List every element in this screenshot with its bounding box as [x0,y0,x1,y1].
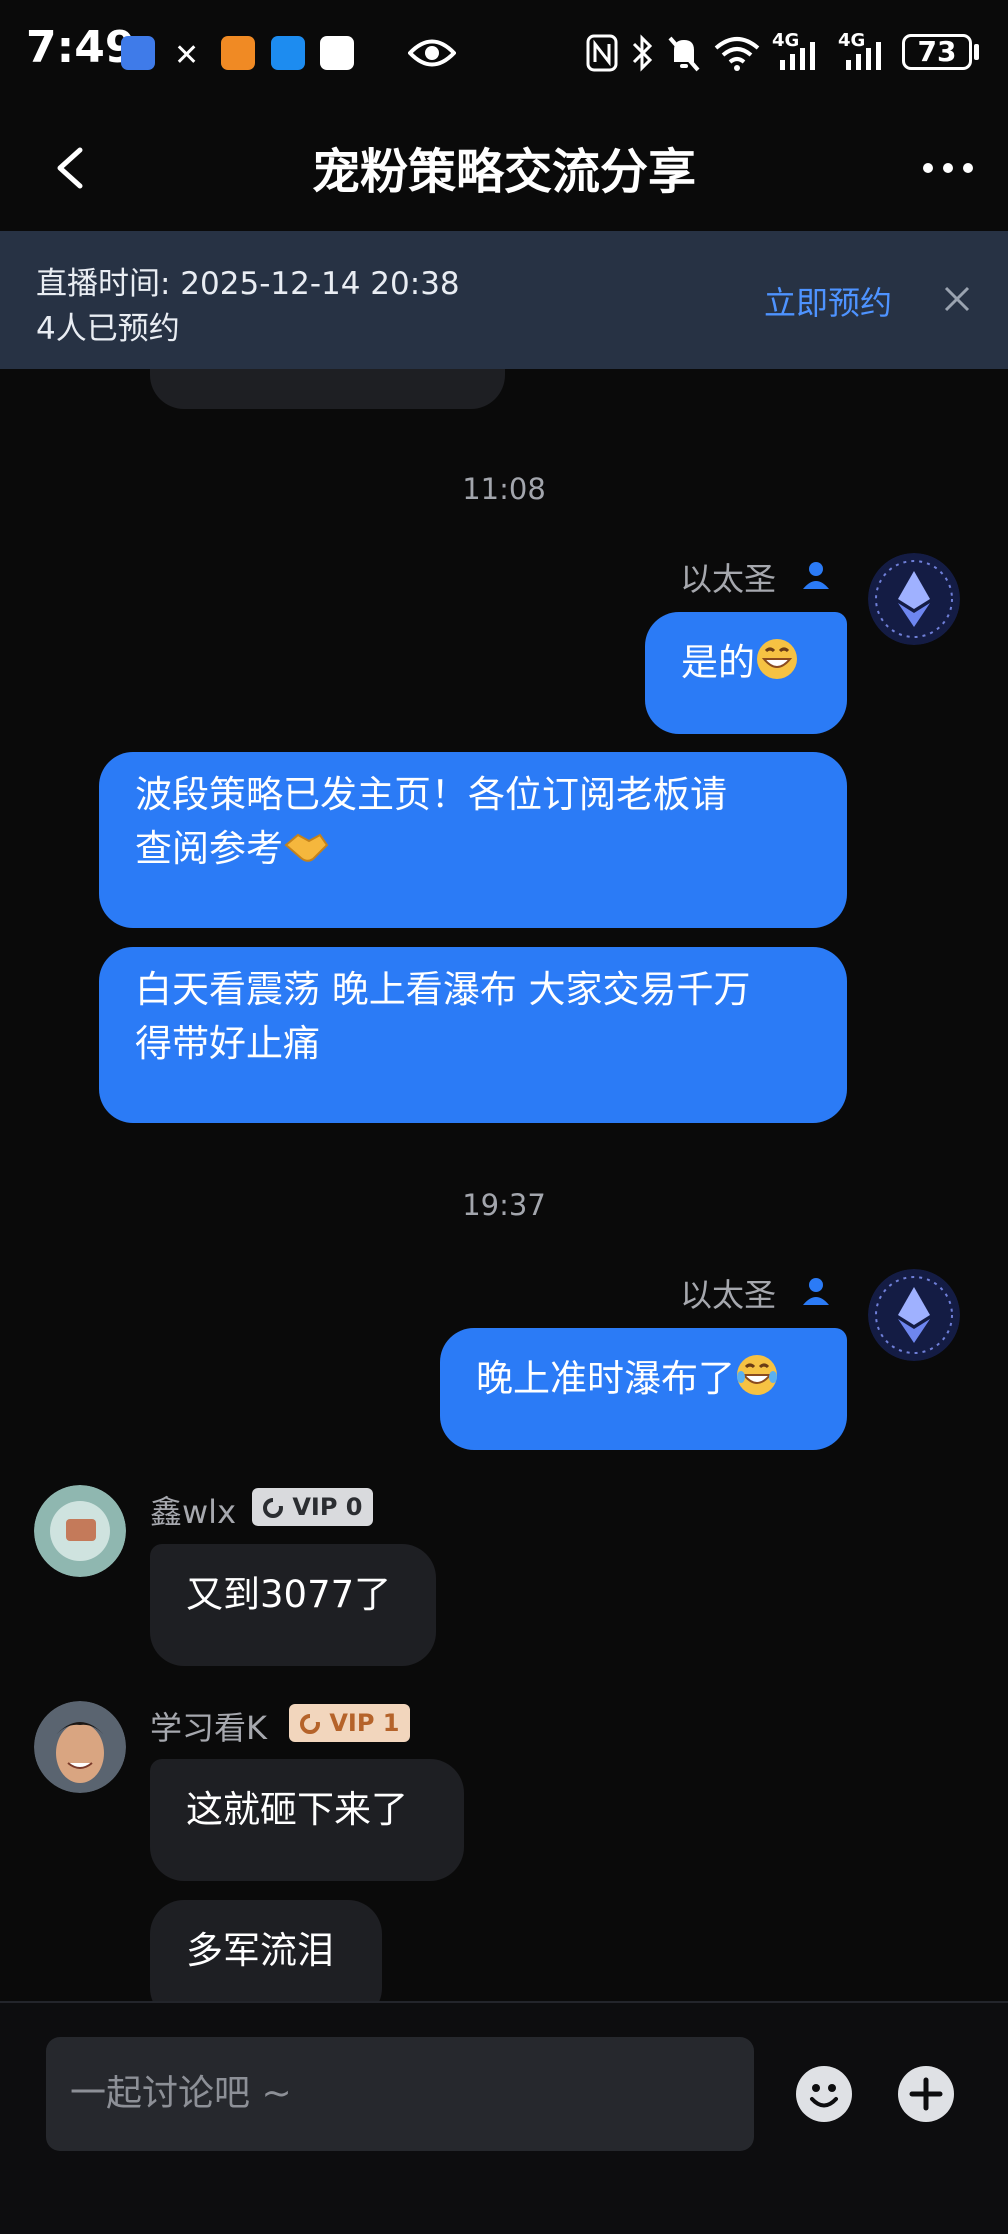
vip-logo-icon [300,1713,321,1734]
app-notification-icon [121,36,155,70]
chat-input[interactable]: 一起讨论吧 ~ [46,2037,754,2151]
emoji-button[interactable] [796,2066,852,2122]
close-x-app-icon: ✕ [174,38,200,73]
vip-logo-icon [263,1497,284,1518]
avatar-user[interactable] [34,1485,126,1577]
sender-name: 以太圣 [680,1276,777,1314]
nfc-icon [586,34,618,72]
previous-message-bubble [150,369,505,409]
more-dots-icon [923,163,973,173]
message-bubble-out[interactable]: 晚上准时瀑布了 [440,1328,847,1450]
mute-bell-icon [668,36,700,72]
page-title: 宠粉策略交流分享 [311,144,696,200]
message-text-line: 得带好止痛 [135,1022,320,1065]
bluetooth-icon [632,34,653,72]
signal-icon [780,42,815,70]
handshake-emoji-icon [284,833,329,862]
vip-badge: VIP 1 [289,1704,410,1742]
close-icon [944,286,970,312]
tears-of-joy-emoji-icon [737,1355,777,1395]
user-icon [803,562,829,589]
timestamp: 19:37 [462,1188,546,1222]
message-text: 这就砸下来了 [186,1788,408,1831]
chat-scroll-area[interactable]: 11:08 以太圣 是的 波段策略已发主页！各位订阅老板请 查阅参考 白天看震荡… [0,369,1008,2001]
live-time-text: 直播时间: 2025-12-14 20:38 [36,266,460,302]
avatar-user[interactable] [34,1701,126,1793]
vip-badge-label: VIP 0 [292,1493,363,1521]
message-text: 多军流泪 [186,1929,334,1972]
reserve-button[interactable]: 立即预约 [764,278,892,324]
message-bubble-out[interactable]: 是的 [645,612,847,734]
message-text-line: 波段策略已发主页！各位订阅老板请 [135,773,727,816]
message-text-line: 查阅参考 [135,827,283,870]
message-bubble-in[interactable]: 这就砸下来了 [150,1759,464,1881]
message-text: 是的 [681,641,755,684]
vip-badge-label: VIP 1 [329,1709,400,1737]
message-text: 晚上准时瀑布了 [476,1357,735,1400]
battery-indicator: 73 [902,34,972,70]
message-bubble-out[interactable]: 白天看震荡 晚上看瀑布 大家交易千万 得带好止痛 [99,947,847,1123]
grin-emoji-icon [757,639,797,679]
more-button[interactable] [918,148,978,188]
status-clock: 7:49 [26,22,136,73]
avatar-ethereum[interactable] [868,1269,960,1361]
user-icon [803,1278,829,1305]
avatar-ethereum[interactable] [868,553,960,645]
eye-icon [408,39,456,67]
message-bubble-in[interactable]: 多军流泪 [150,1900,382,2001]
vip-badge: VIP 0 [252,1488,373,1526]
sender-name: 鑫wlx [150,1493,237,1531]
message-text-line: 白天看震荡 晚上看瀑布 大家交易千万 [135,968,751,1011]
timestamp: 11:08 [462,472,546,506]
message-bubble-out[interactable]: 波段策略已发主页！各位订阅老板请 查阅参考 [99,752,847,928]
message-bubble-in[interactable]: 又到3077了 [150,1544,436,1666]
wifi-icon [714,37,760,71]
browser-app-icon [320,36,354,70]
sender-name: 以太圣 [680,560,777,598]
message-text: 又到3077了 [186,1573,392,1616]
banner-close-button[interactable] [942,284,972,314]
weather-app-icon [271,36,305,70]
signal-icon [846,42,881,70]
app-notification-icon [221,36,255,70]
battery-nub [974,44,979,60]
reserved-count-text: 4人已预约 [36,311,180,347]
sender-name: 学习看K [150,1709,267,1747]
smiley-icon [796,2066,852,2122]
add-button[interactable] [898,2066,954,2122]
plus-icon [898,2066,954,2122]
